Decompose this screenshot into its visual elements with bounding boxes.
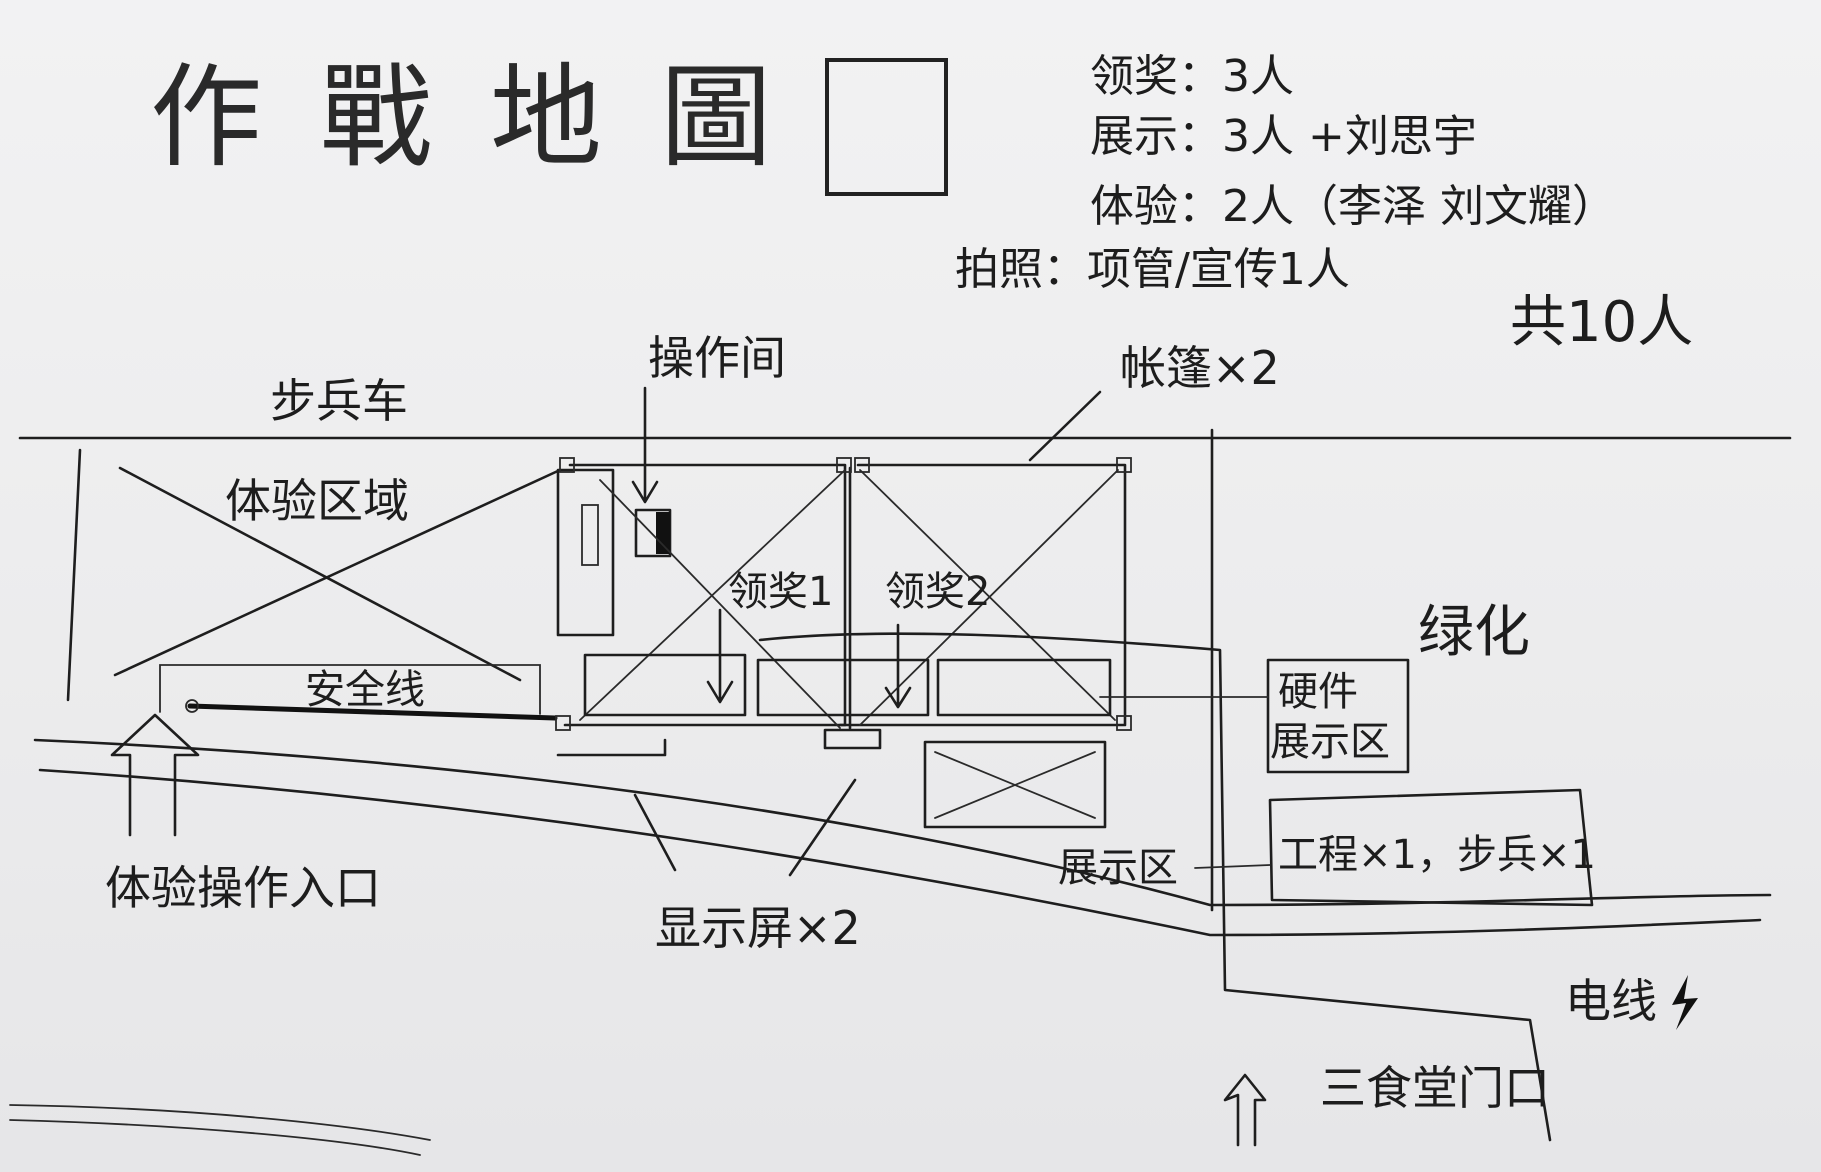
tent-post — [555, 715, 571, 731]
label-vehicles: 工程×1，步兵×1 — [1278, 832, 1596, 878]
bottom-edge-scribble — [9, 1104, 431, 1156]
label-tents: 帐篷×2 — [1120, 341, 1280, 395]
staff-award: 领奖：3人 — [1090, 51, 1294, 102]
staff-photo: 拍照：项管/宣传1人 — [955, 244, 1350, 295]
paper-sheet: 作戰地圖 领奖：3人 展示：3人 +刘思宇 体验：2人（李泽 刘文耀） 拍照：项… — [0, 0, 1821, 1172]
label-hardware-display-1: 硬件 — [1278, 669, 1358, 715]
award-2-arrow — [884, 623, 912, 709]
label-infantry-vehicle: 步兵车 — [270, 374, 408, 428]
award-table-3 — [936, 658, 1112, 717]
title-seal-box — [825, 58, 948, 196]
label-power-line: 电线 — [1565, 974, 1657, 1028]
label-screens: 显示屏×2 — [655, 901, 861, 955]
label-hardware-display-2: 展示区 — [1270, 719, 1390, 765]
award-table-2 — [756, 658, 930, 717]
display-area-pointer — [1194, 864, 1271, 869]
tents-pointer — [1028, 390, 1102, 462]
label-experience-area: 体验区域 — [225, 474, 409, 528]
lightning-bolt-icon — [1672, 975, 1698, 1030]
screen-stand-1 — [556, 738, 667, 757]
label-award-2: 领奖2 — [885, 569, 991, 615]
staff-total: 共10人 — [1510, 290, 1694, 355]
operation-room-panel-fill — [656, 512, 670, 554]
label-display-area: 展示区 — [1058, 845, 1178, 891]
page-title: 作戰地圖 — [150, 53, 830, 183]
operation-room-door — [581, 504, 599, 566]
label-award-1: 领奖1 — [728, 569, 834, 615]
experience-area-left-edge — [66, 448, 82, 702]
label-operation-room: 操作间 — [648, 331, 786, 385]
operation-room-arrow — [631, 386, 659, 504]
label-greening: 绿化 — [1418, 600, 1530, 665]
gate-arrow-icon — [1223, 1073, 1267, 1147]
staff-display: 展示：3人 +刘思宇 — [1090, 111, 1477, 162]
operation-room-box — [556, 468, 615, 637]
label-canteen-gate: 三食堂门口 — [1320, 1061, 1550, 1115]
screen-stand-2 — [823, 728, 882, 750]
label-experience-entrance: 体验操作入口 — [105, 861, 381, 915]
staff-experience: 体验：2人（李泽 刘文耀） — [1090, 181, 1616, 232]
label-safety-line: 安全线 — [305, 667, 425, 713]
